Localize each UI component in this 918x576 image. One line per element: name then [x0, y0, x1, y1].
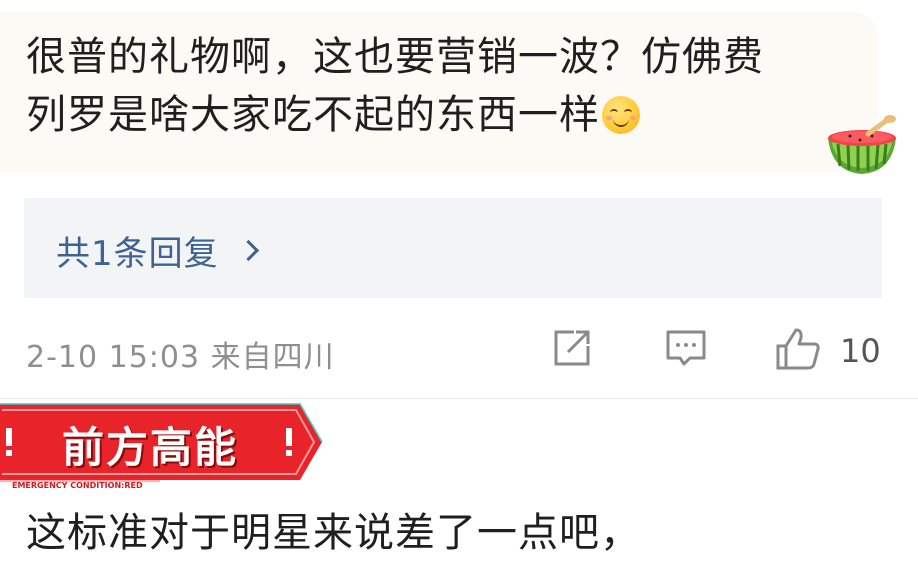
comment-thread: 很普的礼物啊，这也要营销一波？仿佛费 列罗是啥大家吃不起的东西一样 共1条回复 …: [0, 0, 918, 576]
view-replies-label: 共1条回复: [56, 234, 219, 274]
thumbs-up-icon[interactable]: [774, 326, 822, 372]
badge-caption: EMERGENCY CONDITION:RED: [12, 481, 143, 490]
chevron-right-icon: [237, 239, 259, 262]
like-count: 10: [840, 332, 881, 370]
comment-meta: 2-10 15:03 来自四川: [26, 340, 335, 375]
watermelon-icon: [828, 115, 896, 174]
next-comment-text: 这标准对于明星来说差了一点吧，: [26, 510, 641, 556]
badge-text: 前方高能: [62, 423, 239, 472]
view-replies-link[interactable]: 共1条回复: [56, 226, 259, 275]
divider: [0, 398, 918, 399]
replies-panel: 共1条回复: [24, 198, 882, 298]
comment-text: 很普的礼物啊，这也要营销一波？仿佛费 列罗是啥大家吃不起的东西一样: [26, 28, 846, 144]
comment-line-2-text: 列罗是啥大家吃不起的东西一样: [26, 92, 600, 138]
comment-icon[interactable]: [664, 326, 708, 370]
comment-line-1: 很普的礼物啊，这也要营销一波？仿佛费: [26, 34, 764, 80]
share-icon[interactable]: [550, 326, 594, 370]
smile-emoji-icon: [602, 96, 640, 134]
comment-line-2: 列罗是啥大家吃不起的东西一样: [26, 86, 846, 144]
